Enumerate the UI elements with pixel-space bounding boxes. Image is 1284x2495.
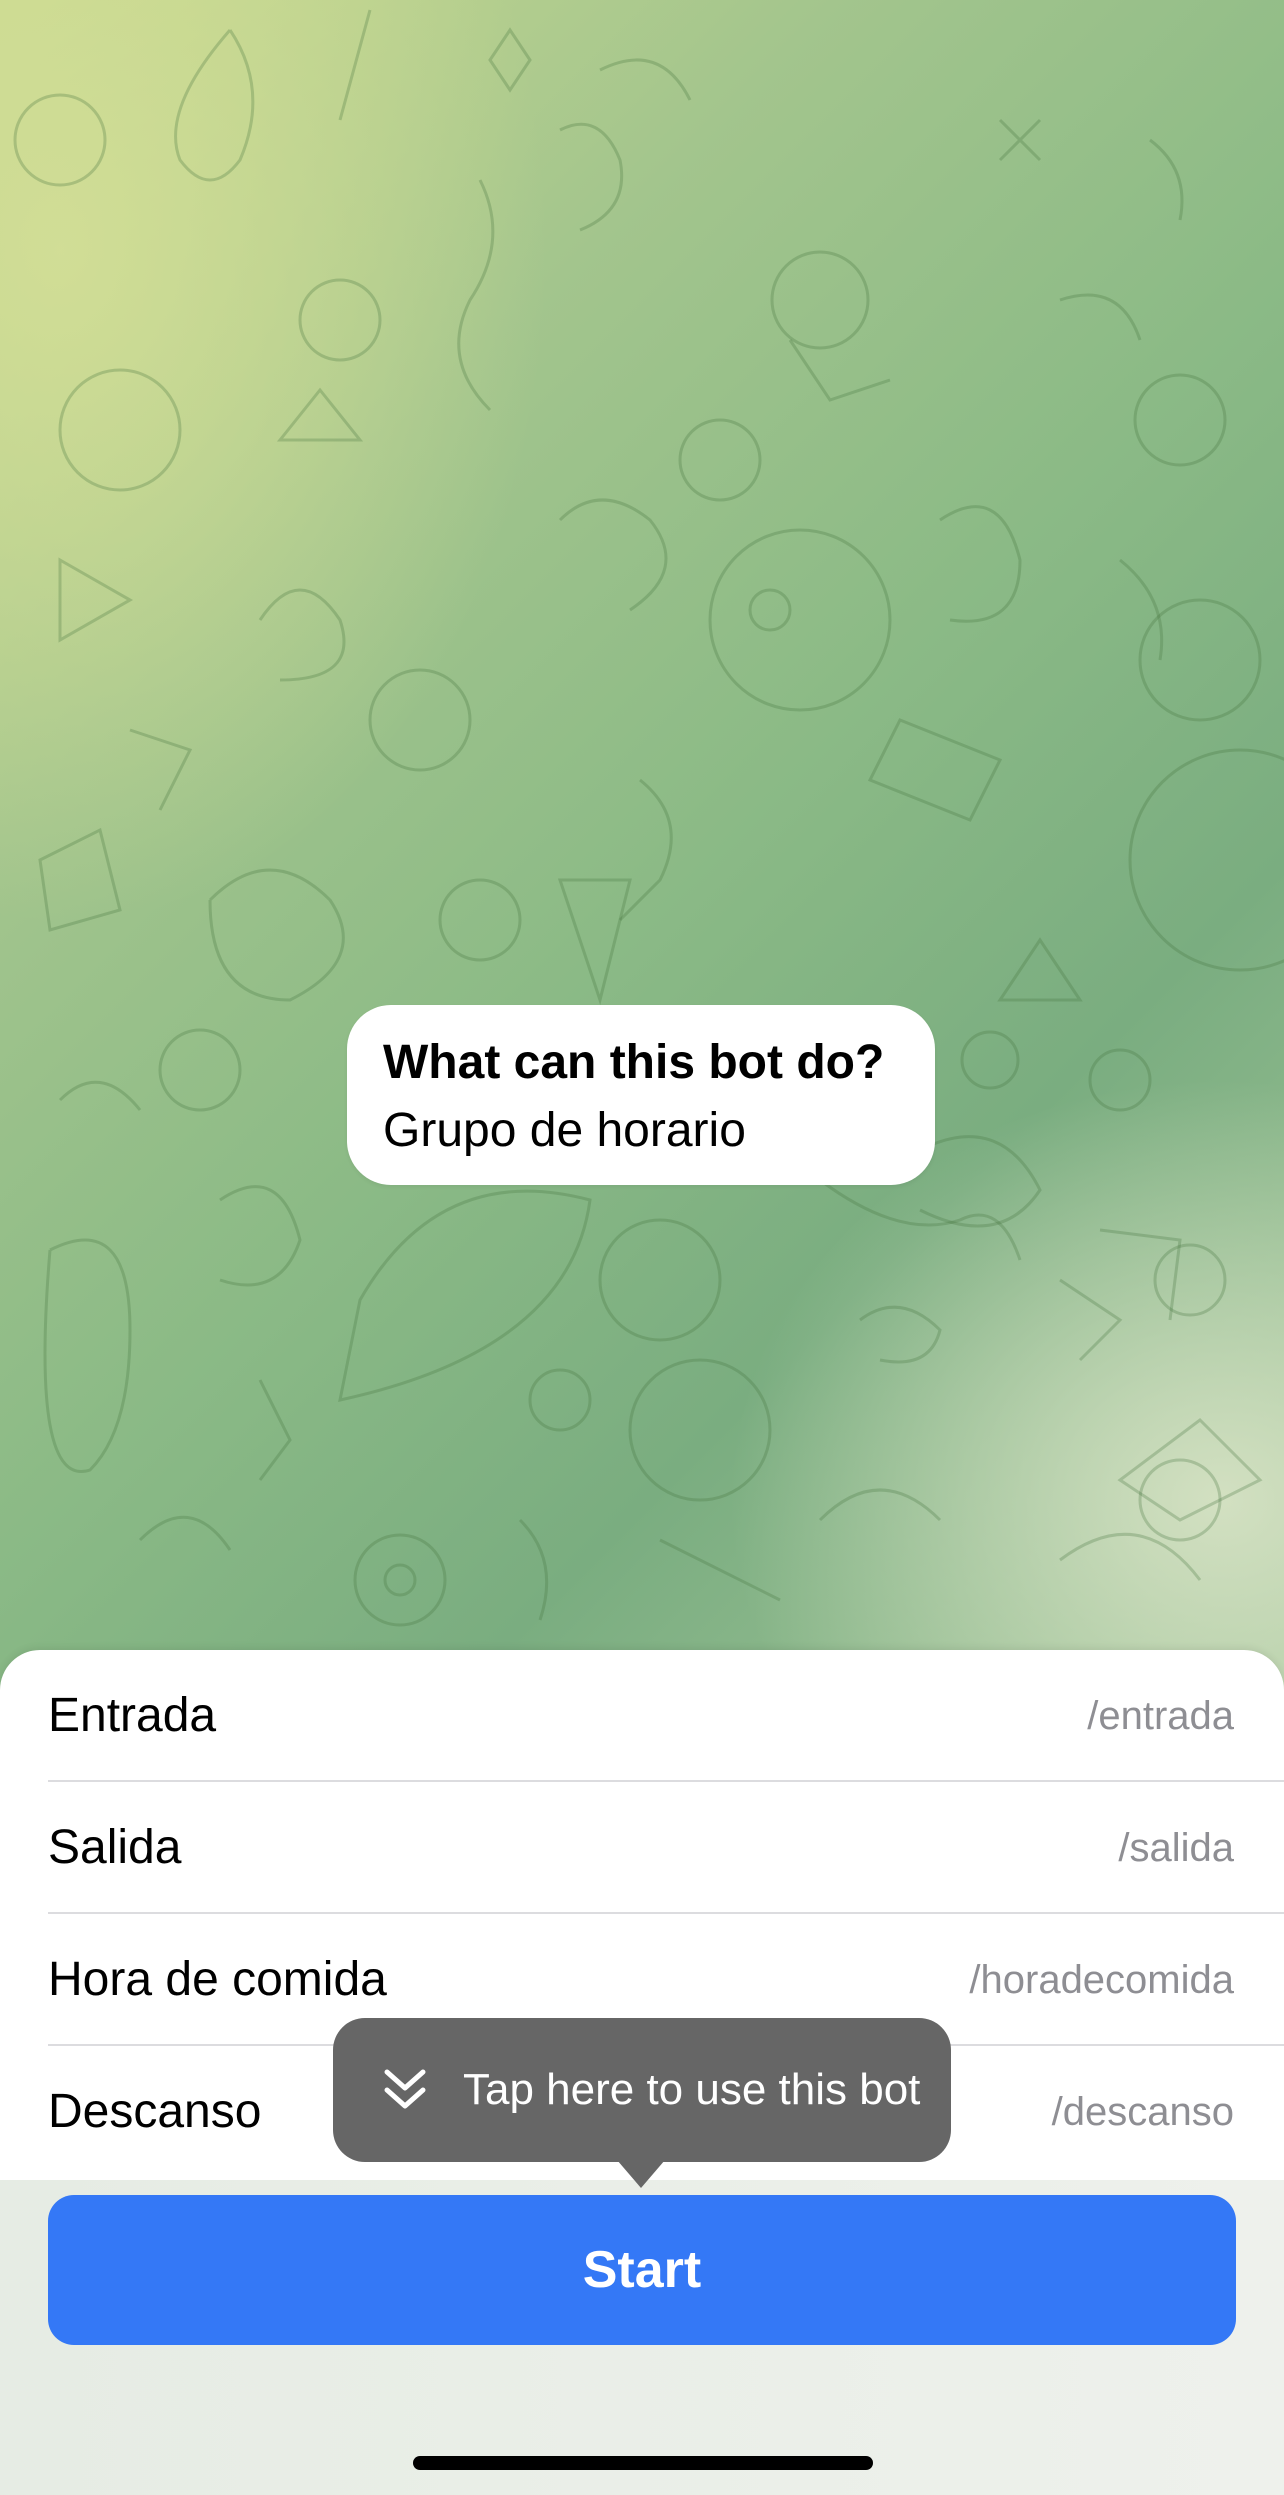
command-item-entrada[interactable]: Entrada /entrada (0, 1650, 1284, 1782)
command-label: Hora de comida (48, 1953, 387, 2006)
command-label: Salida (48, 1821, 182, 1874)
tooltip-text: Tap here to use this bot (463, 2065, 921, 2114)
double-chevron-down-icon (384, 2069, 426, 2109)
chat-background: What can this bot do? Grupo de horario (0, 0, 1284, 1700)
command-item-salida[interactable]: Salida /salida (0, 1782, 1284, 1914)
use-bot-tooltip[interactable]: Tap here to use this bot (333, 2018, 951, 2162)
start-button[interactable]: Start (48, 2195, 1236, 2345)
command-slash: /descanso (1051, 2090, 1234, 2134)
command-slash: /salida (1118, 1826, 1234, 1870)
tooltip-arrow (617, 2160, 665, 2188)
doodle-pattern (13, 9, 1284, 1627)
bot-info-card: What can this bot do? Grupo de horario (347, 1005, 935, 1185)
home-indicator (413, 2456, 873, 2470)
command-label: Entrada (48, 1689, 217, 1742)
bot-info-description: Grupo de horario (383, 1104, 746, 1157)
command-slash: /entrada (1087, 1694, 1234, 1738)
command-slash: /horadecomida (969, 1958, 1234, 2002)
command-label: Descanso (48, 2085, 262, 2138)
bot-info-title: What can this bot do? (383, 1036, 885, 1089)
